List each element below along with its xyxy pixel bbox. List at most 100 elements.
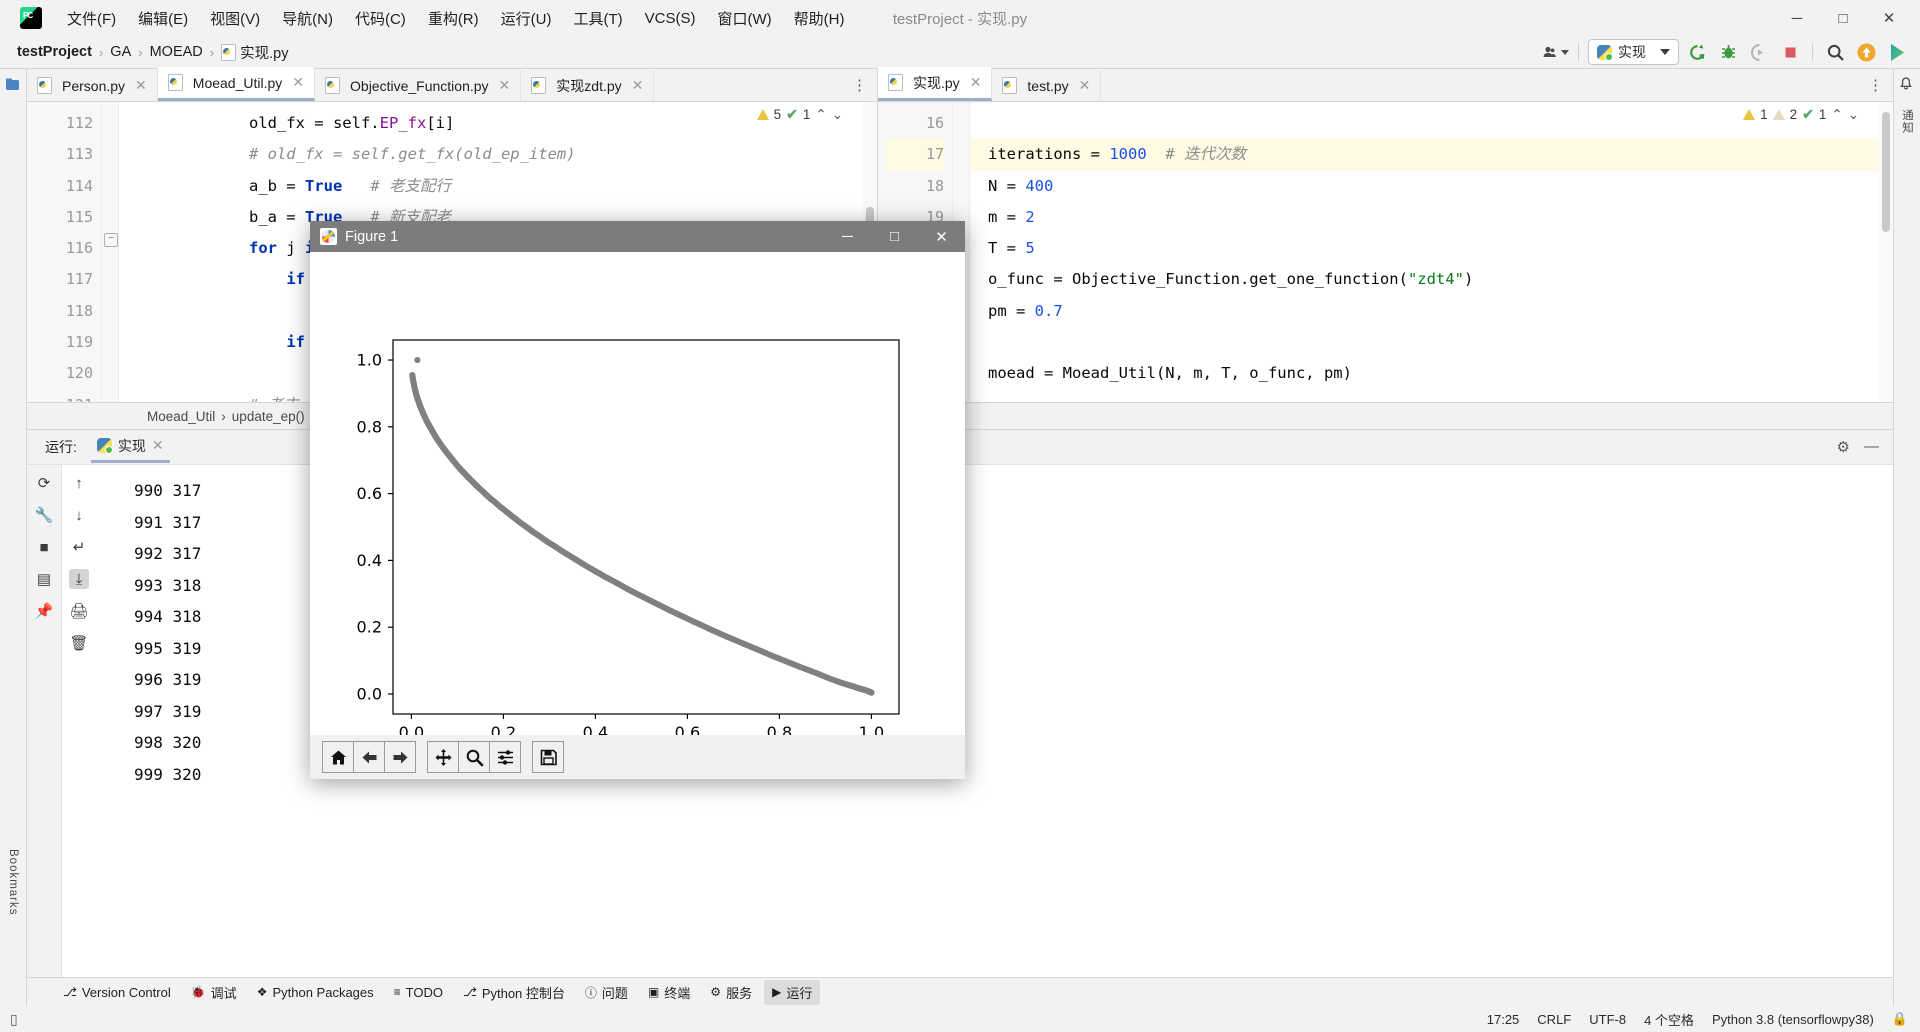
run-tab-shixian[interactable]: 实现 ✕	[90, 432, 170, 463]
status-lock-icon[interactable]: 🔒	[1892, 1011, 1908, 1027]
coverage-icon[interactable]	[1746, 40, 1772, 64]
hide-panel-icon[interactable]: —	[1864, 438, 1879, 456]
figure-title-bar[interactable]: Figure 1 ─ □ ✕	[310, 221, 965, 252]
rerun-icon[interactable]	[1684, 40, 1710, 64]
scroll-down-icon[interactable]: ↓	[69, 505, 89, 525]
figure-canvas[interactable]: 0.0 0.2 0.4 0.6 0.8 1.0 0.0 0.2 0.4 0.6 0.8 1.0	[310, 252, 965, 735]
tool-window-button-0[interactable]: ⎇ Version Control	[55, 982, 179, 1003]
figure-minimize-button[interactable]: ─	[824, 221, 871, 252]
menu-item-4[interactable]: 代码(C)	[344, 4, 417, 33]
zoom-icon[interactable]	[458, 741, 490, 773]
editor-scrollbar-right[interactable]	[1879, 102, 1893, 402]
close-icon[interactable]: ✕	[135, 77, 147, 94]
inspection-widget-right[interactable]: 1 2 ✔ 1 ⌃ ⌄	[1743, 106, 1859, 123]
breadcrumb-file[interactable]: 实现.py	[218, 40, 291, 65]
bookmarks-tool-label[interactable]: Bookmarks	[7, 849, 19, 916]
tool-window-button-3[interactable]: ≡ TODO	[386, 982, 451, 1003]
notifications-tool-label[interactable]: 通知	[1899, 109, 1915, 134]
code-line[interactable]: moead = Moead_Util(N, m, T, o_func, pm)	[970, 358, 1893, 389]
close-button[interactable]: ✕	[1866, 0, 1912, 36]
editor-tab-left-0[interactable]: Person.py ✕	[27, 70, 158, 101]
breadcrumb-item-ga[interactable]: GA	[107, 42, 134, 62]
code-line[interactable]: # old_fx = self.get_fx(old_ep_item)	[119, 139, 877, 170]
stop-icon[interactable]: ■	[34, 537, 54, 557]
fold-marker[interactable]: −	[104, 233, 118, 247]
editor-tab-left-2[interactable]: Objective_Function.py ✕	[315, 70, 522, 101]
next-problem-icon[interactable]: ⌄	[832, 107, 843, 123]
matplotlib-figure-window[interactable]: Figure 1 ─ □ ✕ 0.0 0.2 0.4 0.6 0.8 1.0 0.0 0.2 0…	[310, 221, 965, 779]
status-line-separator[interactable]: CRLF	[1537, 1012, 1571, 1027]
figure-maximize-button[interactable]: □	[871, 221, 918, 252]
forward-arrow-icon[interactable]	[384, 741, 416, 773]
code-area-right[interactable]: 161718192021222324 iterations = 1000 # 迭…	[878, 102, 1893, 402]
configure-subplots-icon[interactable]	[489, 741, 521, 773]
menu-item-5[interactable]: 重构(R)	[417, 4, 490, 33]
prev-problem-icon[interactable]: ⌃	[815, 107, 826, 123]
stop-icon[interactable]	[1777, 40, 1803, 64]
close-icon[interactable]: ✕	[152, 437, 164, 454]
pan-icon[interactable]	[427, 741, 459, 773]
code-line[interactable]: m = 2	[970, 202, 1893, 233]
scrollbar-thumb[interactable]	[1882, 112, 1890, 232]
rerun-icon[interactable]: ⟳	[34, 473, 54, 493]
project-tool-icon[interactable]	[5, 77, 21, 93]
update-project-icon[interactable]	[1853, 40, 1879, 64]
save-icon[interactable]	[532, 741, 564, 773]
menu-item-0[interactable]: 文件(F)	[56, 4, 127, 33]
play-icon[interactable]	[1884, 40, 1910, 64]
minimize-button[interactable]: ─	[1774, 0, 1820, 36]
scroll-up-icon[interactable]: ↑	[69, 473, 89, 493]
soft-wrap-icon[interactable]: ↵	[69, 537, 89, 557]
maximize-button[interactable]: □	[1820, 0, 1866, 36]
figure-close-button[interactable]: ✕	[918, 221, 965, 252]
code-line[interactable]: iterations = 1000 # 迭代次数	[970, 139, 1893, 171]
status-interpreter[interactable]: Python 3.8 (tensorflowpy38)	[1712, 1012, 1874, 1027]
menu-item-10[interactable]: 帮助(H)	[783, 4, 856, 33]
close-icon[interactable]: ✕	[970, 74, 982, 91]
menu-item-9[interactable]: 窗口(W)	[706, 4, 782, 33]
account-icon[interactable]	[1543, 40, 1569, 64]
editor-tab-left-1[interactable]: Moead_Util.py ✕	[157, 67, 316, 101]
close-icon[interactable]: ✕	[1079, 77, 1091, 94]
notifications-bell-icon[interactable]	[1899, 77, 1915, 93]
clear-all-icon[interactable]: 🗑	[69, 633, 89, 653]
home-icon[interactable]	[322, 741, 354, 773]
tabs-overflow-icon[interactable]: ⋮	[842, 71, 877, 101]
close-icon[interactable]: ✕	[632, 77, 644, 94]
inspection-widget-left[interactable]: 5 ✔ 1 ⌃ ⌄	[756, 106, 843, 123]
tool-window-button-2[interactable]: ❖ Python Packages	[249, 982, 382, 1003]
breadcrumb-item-moead[interactable]: MOEAD	[147, 42, 206, 62]
settings-gear-icon[interactable]: ⚙	[1837, 438, 1850, 456]
breadcrumb-project[interactable]: testProject	[14, 42, 95, 62]
menu-item-8[interactable]: VCS(S)	[634, 6, 707, 31]
close-icon[interactable]: ✕	[292, 74, 304, 91]
status-indent[interactable]: 4 个空格	[1644, 1010, 1694, 1029]
code-line[interactable]: pm = 0.7	[970, 296, 1893, 327]
code-line[interactable]: o_func = Objective_Function.get_one_func…	[970, 264, 1893, 295]
tool-window-button-4[interactable]: ⎇ Python 控制台	[455, 980, 573, 1005]
next-problem-icon[interactable]: ⌄	[1848, 107, 1859, 123]
status-encoding[interactable]: UTF-8	[1589, 1012, 1626, 1027]
tool-window-button-8[interactable]: ▶ 运行	[764, 979, 821, 1005]
scroll-to-end-icon[interactable]: ⤓	[69, 569, 89, 589]
tool-window-button-6[interactable]: ▣ 终端	[640, 980, 698, 1005]
print-icon[interactable]: 🖨	[69, 601, 89, 621]
code-line[interactable]: N = 400	[970, 171, 1893, 202]
menu-item-3[interactable]: 导航(N)	[271, 4, 344, 33]
tool-window-button-1[interactable]: 🐞 调试	[183, 980, 245, 1005]
fold-gutter-left[interactable]: −	[102, 102, 119, 402]
tool-window-button-7[interactable]: ⚙ 服务	[702, 980, 760, 1005]
code-line[interactable]: a_b = True # 老支配行	[119, 171, 877, 202]
editor-tab-right-1[interactable]: test.py ✕	[992, 70, 1102, 101]
layout-icon[interactable]: ▤	[34, 569, 54, 589]
editor-tab-right-0[interactable]: 实现.py ✕	[878, 67, 993, 101]
code-line[interactable]	[970, 327, 1893, 358]
debug-icon[interactable]	[1715, 40, 1741, 64]
search-everywhere-icon[interactable]	[1822, 40, 1848, 64]
memory-indicator-icon[interactable]: ▯	[10, 1011, 18, 1028]
code-line[interactable]: T = 5	[970, 233, 1893, 264]
settings-icon[interactable]: 🔧	[34, 505, 54, 525]
back-arrow-icon[interactable]	[353, 741, 385, 773]
menu-item-6[interactable]: 运行(U)	[490, 4, 563, 33]
run-configuration-selector[interactable]: 实现	[1588, 39, 1679, 65]
